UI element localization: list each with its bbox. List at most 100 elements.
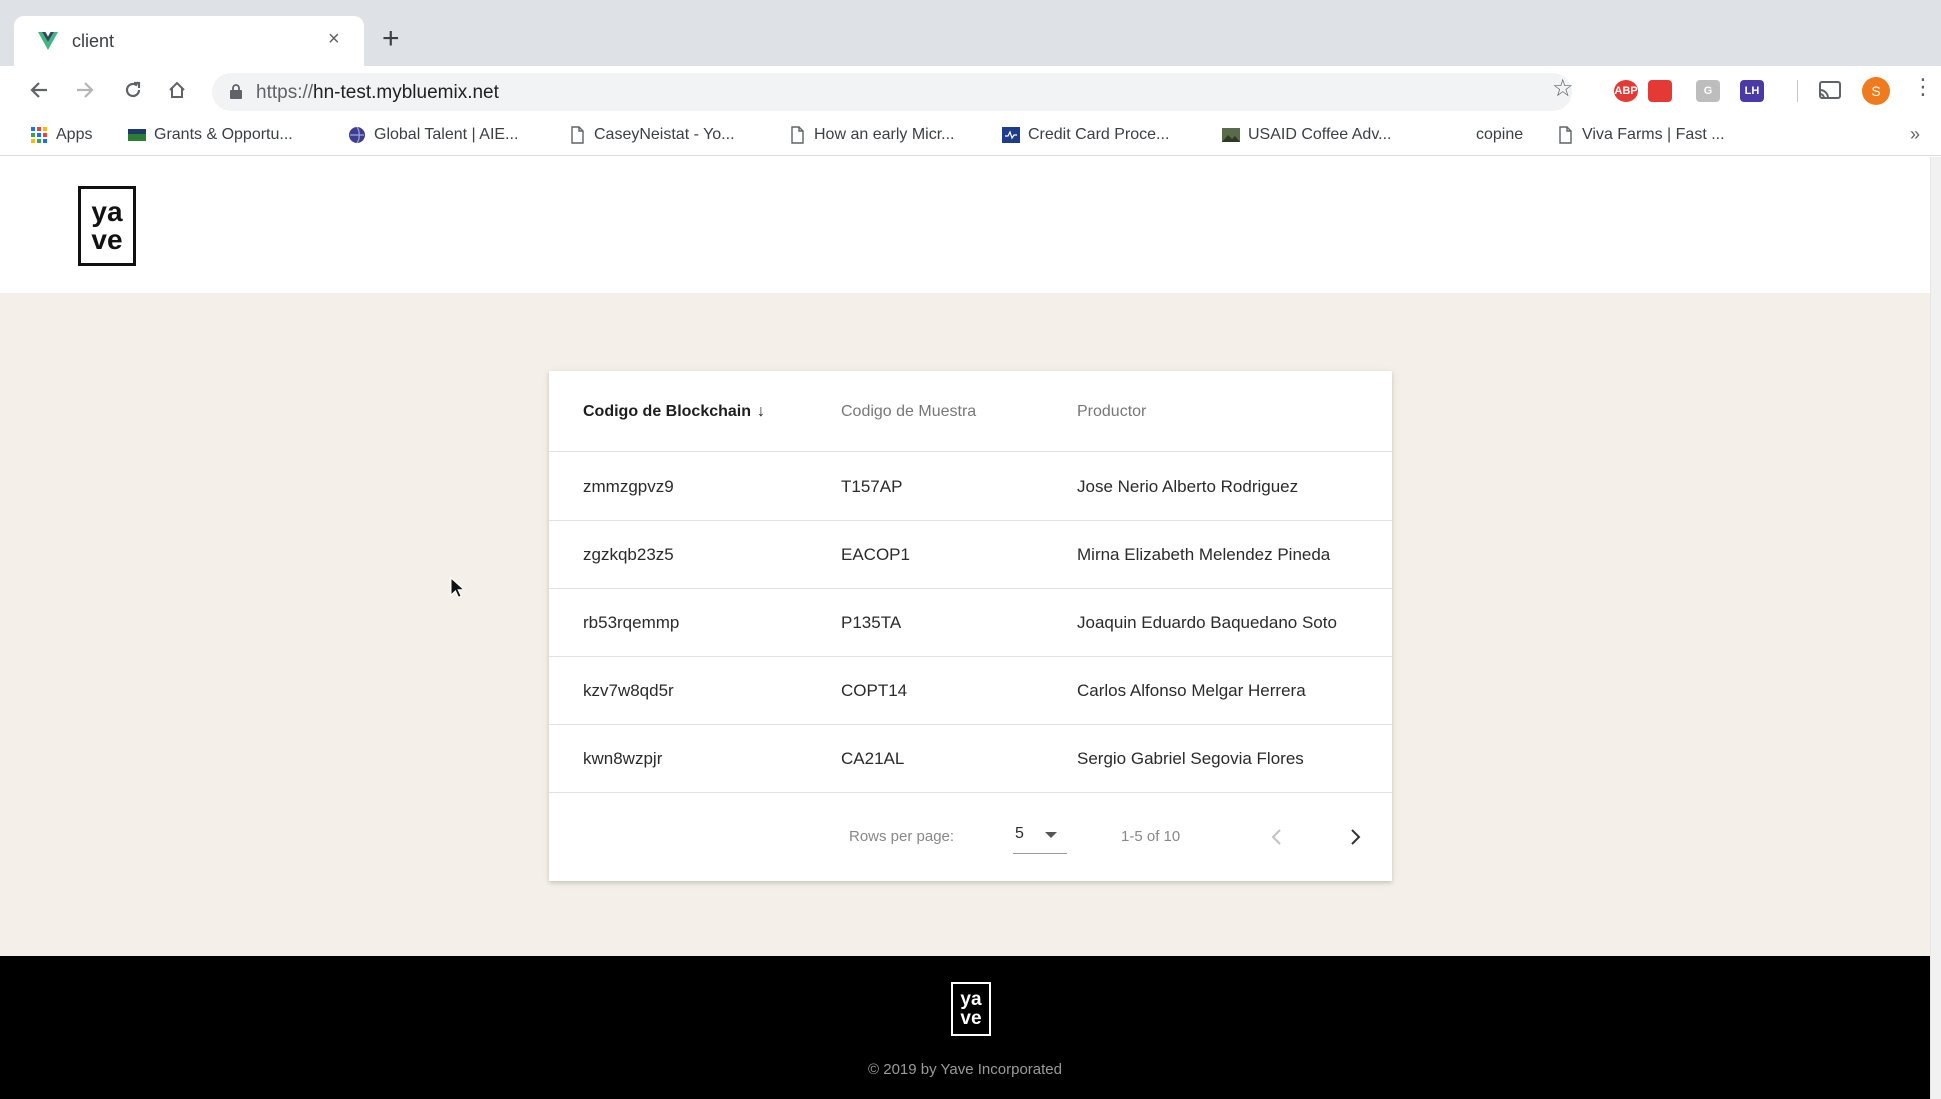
column-header-label: Codigo de Blockchain [583, 403, 752, 420]
logo-line-bottom: ve [960, 1008, 982, 1029]
rows-per-page-label: Rows per page: [849, 828, 955, 845]
red-extension-icon[interactable] [1648, 80, 1672, 102]
logo-line-bottom: ve [91, 224, 123, 255]
site-header: ya ve [0, 157, 1930, 293]
browser-menu-icon[interactable]: ⋮ [1912, 76, 1934, 98]
bookmark-credit-card[interactable]: Credit Card Proce... [1002, 126, 1169, 144]
rows-per-page-value: 5 [1015, 825, 1024, 842]
rows-per-page-select[interactable]: 5 [1013, 822, 1067, 854]
table-row[interactable]: zgzkqb23z5 EACOP1 Mirna Elizabeth Melend… [549, 521, 1392, 589]
samples-table-card: Codigo de Blockchain ↓ Codigo de Muestra … [549, 371, 1392, 881]
next-page-button[interactable] [1341, 820, 1371, 854]
lock-icon [230, 84, 242, 99]
profile-avatar[interactable]: S [1862, 77, 1890, 105]
yave-footer-logo[interactable]: ya ve [951, 982, 991, 1036]
table-pagination: Rows per page: 5 1-5 of 10 [549, 792, 1392, 881]
home-icon[interactable] [162, 75, 192, 105]
bookmark-label: CaseyNeistat - Yo... [594, 126, 735, 143]
pagination-range: 1-5 of 10 [1121, 828, 1181, 845]
bookmarks-more-icon[interactable]: » [1910, 124, 1920, 145]
site-footer: ya ve © 2019 by Yave Incorporated [0, 956, 1930, 1099]
page-icon [791, 126, 804, 144]
cell-productor: Carlos Alfonso Melgar Herrera [1077, 681, 1306, 700]
page-scrollbar[interactable] [1930, 157, 1941, 1099]
column-header-label: Productor [1077, 403, 1147, 420]
page-icon [571, 126, 584, 144]
previous-page-button[interactable] [1261, 820, 1291, 854]
bookmark-copine[interactable]: copine [1476, 126, 1523, 144]
table-row[interactable]: kwn8wzpjr CA21AL Sergio Gabriel Segovia … [549, 725, 1392, 793]
table-row[interactable]: rb53rqemmp P135TA Joaquin Eduardo Baqued… [549, 589, 1392, 657]
column-header-productor[interactable]: Productor [1077, 403, 1146, 421]
cell-muestra: P135TA [841, 613, 902, 632]
tab-close-icon[interactable]: × [328, 29, 340, 49]
new-tab-icon[interactable]: + [382, 24, 400, 54]
bookmark-label: Viva Farms | Fast ... [1582, 126, 1725, 143]
address-bar[interactable]: https://hn-test.mybluemix.net [212, 73, 1572, 111]
yave-logo[interactable]: ya ve [78, 186, 136, 266]
cell-muestra: EACOP1 [841, 545, 910, 564]
cell-muestra: COPT14 [841, 681, 908, 700]
bookmark-apps[interactable]: Apps [30, 126, 92, 144]
chevron-right-icon [1351, 829, 1361, 845]
toolbar-divider [1797, 80, 1798, 102]
url-scheme: https:// [256, 82, 314, 103]
reload-icon[interactable] [118, 75, 148, 105]
cell-blockchain: rb53rqemmp [583, 613, 680, 632]
cell-muestra: CA21AL [841, 749, 905, 768]
logo-line-top: ya [91, 196, 123, 227]
browser-tab[interactable]: client × [14, 16, 364, 66]
cell-productor: Joaquin Eduardo Baquedano Soto [1077, 613, 1337, 632]
forward-icon[interactable] [70, 75, 100, 105]
tab-title: client [72, 31, 115, 51]
mouse-pointer-icon [450, 577, 466, 598]
bookmark-label: Credit Card Proce... [1028, 126, 1170, 143]
cell-blockchain: zgzkqb23z5 [583, 545, 674, 564]
bookmark-early-micr[interactable]: How an early Micr... [788, 126, 954, 144]
abp-extension-icon[interactable]: ABP [1614, 80, 1638, 102]
cast-icon[interactable] [1818, 80, 1842, 102]
apps-grid-icon [31, 127, 47, 143]
bookmark-label: USAID Coffee Adv... [1248, 126, 1392, 143]
chevron-left-icon [1271, 829, 1281, 845]
column-header-label: Codigo de Muestra [841, 403, 977, 420]
photo-icon [1222, 128, 1240, 142]
sort-down-arrow-icon: ↓ [757, 403, 766, 420]
cell-productor: Jose Nerio Alberto Rodriguez [1077, 477, 1299, 496]
logo-line-top: ya [960, 989, 982, 1010]
tab-strip: client × + [0, 0, 1941, 66]
lh-extension-icon[interactable]: LH [1740, 80, 1764, 102]
bookmark-caseyneistat[interactable]: CaseyNeistat - Yo... [568, 126, 735, 144]
bookmark-global-talent[interactable]: Global Talent | AIE... [348, 126, 518, 144]
back-icon[interactable] [24, 75, 54, 105]
bookmarks-bar: Apps Grants & Opportu... Global Talent |… [0, 116, 1941, 156]
usda-icon [128, 129, 146, 141]
bookmark-label: Apps [56, 126, 93, 143]
table-row[interactable]: kzv7w8qd5r COPT14 Carlos Alfonso Melgar … [549, 657, 1392, 725]
cell-blockchain: kzv7w8qd5r [583, 681, 674, 700]
globe-icon [349, 126, 365, 144]
bookmark-star-icon[interactable]: ☆ [1552, 74, 1574, 103]
cell-productor: Sergio Gabriel Segovia Flores [1077, 749, 1304, 768]
cell-blockchain: kwn8wzpjr [583, 749, 663, 768]
page-icon [1559, 126, 1572, 144]
cell-productor: Mirna Elizabeth Melendez Pineda [1077, 545, 1331, 564]
table-row[interactable]: zmmzgpvz9 T157AP Jose Nerio Alberto Rodr… [549, 453, 1392, 521]
bookmark-label: How an early Micr... [814, 126, 955, 143]
bookmark-label: copine [1476, 126, 1524, 143]
bookmark-grants[interactable]: Grants & Opportu... [128, 126, 293, 144]
table-header: Codigo de Blockchain ↓ Codigo de Muestra … [549, 371, 1392, 452]
url-text: https://hn-test.mybluemix.net [256, 82, 499, 104]
bookmark-label: Grants & Opportu... [154, 126, 293, 143]
caret-down-icon [1045, 832, 1057, 838]
column-header-blockchain[interactable]: Codigo de Blockchain ↓ [583, 403, 765, 421]
bookmark-usaid-coffee[interactable]: USAID Coffee Adv... [1222, 126, 1391, 144]
grey-extension-icon[interactable]: G [1696, 80, 1720, 102]
bookmark-label: Global Talent | AIE... [374, 126, 519, 143]
card-icon [1002, 127, 1020, 143]
column-header-muestra[interactable]: Codigo de Muestra [841, 403, 976, 421]
browser-toolbar: https://hn-test.mybluemix.net ☆ ABP G LH… [0, 66, 1941, 116]
bookmark-viva-farms[interactable]: Viva Farms | Fast ... [1556, 126, 1725, 144]
cell-muestra: T157AP [841, 477, 903, 496]
url-host: hn-test.mybluemix.net [313, 82, 499, 103]
